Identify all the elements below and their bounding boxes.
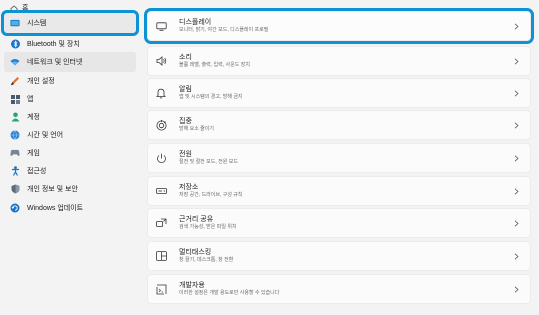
- sidebar-item-time-language[interactable]: 시간 및 언어: [4, 125, 136, 145]
- chevron-right-icon: [511, 58, 521, 65]
- sidebar-item-apps[interactable]: 앱: [4, 89, 136, 109]
- update-icon: [10, 203, 20, 213]
- sidebar-item-network[interactable]: 네트워크 및 인터넷: [4, 52, 136, 72]
- sidebar-item-windows-update[interactable]: Windows 업데이트: [4, 198, 136, 218]
- gamepad-icon: [10, 148, 20, 158]
- chevron-right-icon: [511, 122, 521, 129]
- sidebar-item-label: 네트워크 및 인터넷: [27, 59, 83, 66]
- card-subtitle: 절전 및 절전 모드, 전원 모드: [179, 159, 238, 165]
- card-subtitle: 모니터, 밝기, 야간 모드, 디스플레이 프로필: [179, 27, 269, 33]
- card-title: 멀티태스킹: [179, 249, 212, 256]
- card-subtitle: 검색 가능성, 받은 파일 위치: [179, 224, 237, 230]
- card-title: 소리: [179, 54, 192, 61]
- card-subtitle: 저장 공간, 드라이브, 구성 규칙: [179, 192, 243, 198]
- developer-icon: [155, 283, 167, 295]
- brush-icon: [10, 76, 20, 86]
- chevron-right-icon: [511, 155, 521, 162]
- chevron-right-icon: [511, 253, 521, 260]
- chevron-right-icon: [511, 23, 521, 30]
- chevron-right-icon: [511, 188, 521, 195]
- wifi-icon: [10, 57, 20, 67]
- storage-icon: [155, 185, 167, 197]
- card-subtitle: 창 끌기, 데스크톱, 창 전환: [179, 257, 234, 263]
- card-title: 개발자용: [179, 282, 205, 289]
- card-title: 집중: [179, 118, 192, 125]
- focus-icon: [155, 119, 167, 131]
- person-icon: [10, 112, 20, 122]
- settings-card-display[interactable]: 디스플레이 모니터, 밝기, 야간 모드, 디스플레이 프로필: [144, 8, 534, 44]
- settings-card-storage[interactable]: 저장소 저장 공간, 드라이브, 구성 규칙: [147, 176, 531, 206]
- monitor-icon: [10, 18, 20, 28]
- sidebar-item-label: Bluetooth 및 장치: [27, 41, 80, 48]
- sidebar-item-label: 홈: [22, 5, 29, 12]
- card-subtitle: 볼륨 레벨, 출력, 입력, 사운드 장치: [179, 62, 250, 68]
- sidebar-item-label: 개인 설정: [27, 78, 55, 85]
- card-subtitle: 방해 요소 줄이기: [179, 126, 214, 132]
- chevron-right-icon: [511, 286, 521, 293]
- sidebar-item-label: 시간 및 언어: [27, 132, 64, 139]
- sidebar-item-privacy[interactable]: 개인 정보 및 보안: [4, 179, 136, 199]
- content-top-edge: [147, 0, 539, 6]
- nearby-share-icon: [155, 217, 167, 229]
- sidebar-item-label: Windows 업데이트: [27, 205, 84, 212]
- sidebar-item-label: 계정: [27, 114, 40, 121]
- sidebar-item-label: 시스템: [27, 20, 47, 27]
- multitasking-icon: [155, 250, 167, 262]
- sidebar-item-personalization[interactable]: 개인 설정: [4, 71, 136, 91]
- chevron-right-icon: [511, 220, 521, 227]
- settings-card-power[interactable]: 전원 절전 및 절전 모드, 전원 모드: [147, 143, 531, 173]
- sidebar-item-accessibility[interactable]: 접근성: [4, 161, 136, 181]
- sidebar-item-label: 개인 정보 및 보안: [27, 186, 78, 193]
- sidebar-item-gaming[interactable]: 게임: [4, 143, 136, 163]
- power-icon: [155, 152, 167, 164]
- card-subtitle: 앱 및 시스템의 경고, 방해 금지: [179, 94, 243, 100]
- sidebar-item-accounts[interactable]: 계정: [4, 107, 136, 127]
- card-title: 저장소: [179, 184, 199, 191]
- sidebar: 홈 시스템 Bluetooth 및 장치 네트워크 및 인터넷 개인 설정 앱: [0, 0, 140, 315]
- speaker-icon: [155, 55, 167, 67]
- card-title: 디스플레이: [179, 19, 212, 26]
- card-title: 전원: [179, 151, 192, 158]
- shield-icon: [10, 184, 20, 194]
- home-icon: [10, 5, 18, 12]
- globe-clock-icon: [10, 130, 20, 140]
- bluetooth-icon: [10, 39, 20, 49]
- sidebar-item-label: 앱: [27, 96, 34, 103]
- sidebar-item-bluetooth[interactable]: Bluetooth 및 장치: [4, 34, 136, 54]
- settings-card-notifications[interactable]: 알림 앱 및 시스템의 경고, 방해 금지: [147, 78, 531, 108]
- card-title: 근거리 공유: [179, 216, 214, 223]
- sidebar-item-label: 게임: [27, 150, 40, 157]
- sidebar-item-label: 접근성: [27, 168, 47, 175]
- card-title: 알림: [179, 86, 192, 93]
- bell-icon: [155, 87, 167, 99]
- settings-card-nearby-sharing[interactable]: 근거리 공유 검색 가능성, 받은 파일 위치: [147, 208, 531, 238]
- sidebar-item-home[interactable]: 홈: [10, 3, 28, 13]
- chevron-right-icon: [511, 90, 521, 97]
- card-subtitle: 이러한 설정은 개발 용도로만 사용할 수 있습니다: [179, 290, 280, 296]
- sidebar-item-system[interactable]: 시스템: [1, 10, 139, 36]
- apps-icon: [10, 94, 20, 104]
- settings-card-focus[interactable]: 집중 방해 요소 줄이기: [147, 110, 531, 140]
- display-icon: [155, 20, 167, 32]
- settings-card-sound[interactable]: 소리 볼륨 레벨, 출력, 입력, 사운드 장치: [147, 46, 531, 76]
- accessibility-icon: [10, 166, 20, 176]
- settings-card-for-developers[interactable]: 개발자용 이러한 설정은 개발 용도로만 사용할 수 있습니다: [147, 274, 531, 304]
- settings-card-multitasking[interactable]: 멀티태스킹 창 끌기, 데스크톱, 창 전환: [147, 241, 531, 271]
